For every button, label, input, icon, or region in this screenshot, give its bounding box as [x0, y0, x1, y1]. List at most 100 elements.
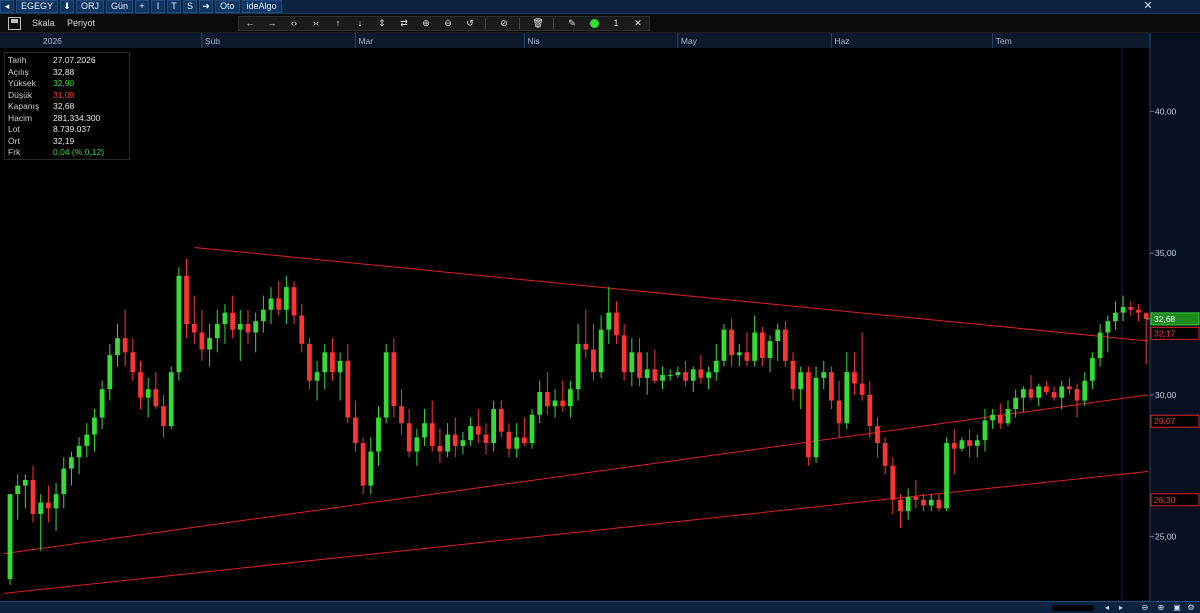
info-row: Ort 32,19 [8, 136, 126, 148]
candle-body [237, 324, 243, 330]
candle-body [829, 372, 834, 401]
arrow-left-icon[interactable]: ← [239, 17, 261, 30]
forward-icon[interactable]: ➜ [199, 0, 214, 13]
candle-body [475, 426, 481, 435]
cancel-icon[interactable]: ⊘ [493, 17, 515, 30]
price-chart[interactable]: 2026 Şub Mar Nis May Haz Tem 40,00 35,00 30,00 25,… [0, 33, 1200, 601]
info-row: Açılış 32,88 [8, 67, 126, 79]
candle-body [1120, 306, 1126, 313]
month-label: 2026 [43, 36, 62, 46]
info-value: 31,08 [53, 89, 75, 100]
fit-icon[interactable]: ▣ [1172, 603, 1182, 613]
period-button[interactable]: Gün [106, 0, 134, 13]
candle-body [268, 298, 274, 310]
candle-body [951, 443, 957, 449]
month-label: Mar [358, 36, 373, 46]
candle-body [759, 332, 765, 359]
prev-symbol-icon[interactable]: ◂ [0, 0, 14, 13]
zoom-minus-icon[interactable]: ⊖ [1140, 603, 1150, 613]
toolbar-separator [485, 18, 489, 29]
month-label: May [681, 36, 698, 46]
candle-body [92, 417, 97, 435]
candle-body [214, 324, 220, 339]
candle-body [675, 372, 681, 376]
ohlc-info-panel: Tarih 27.07.2026 Açılış 32,88 Yüksek 32,90 Düş… [4, 52, 130, 160]
remove-drawing-icon[interactable]: ✕ [627, 17, 649, 30]
orj-button[interactable]: ORJ [76, 0, 105, 13]
zoom-in-icon[interactable]: ⊕ [415, 17, 437, 30]
period-menu[interactable]: Periyot [67, 18, 95, 28]
pen-icon[interactable]: ✎ [561, 17, 583, 30]
refresh-icon[interactable]: ↺ [459, 17, 481, 30]
expand-vertical-icon[interactable]: ⇕ [371, 17, 393, 30]
candle-body [337, 360, 343, 373]
trash-icon[interactable]: 🗑 [527, 17, 549, 30]
horizontal-scroll-thumb[interactable] [1052, 605, 1094, 611]
info-row: Frk 0,04 (% 0,12) [8, 147, 126, 159]
arrow-down-icon[interactable]: ↓ [349, 17, 371, 30]
oto-button[interactable]: Oto [215, 0, 240, 13]
status-bar: ◂ ▸ ⊖ ⊕ ▣ ⚙ [0, 601, 1200, 613]
candle-body [291, 287, 297, 316]
month-label: Tem [996, 36, 1012, 46]
candle-body [184, 275, 189, 324]
candle-body [69, 457, 74, 469]
idealgo-button[interactable]: ideAlgo [241, 0, 282, 13]
scroll-right-icon[interactable]: ▸ [1116, 603, 1126, 613]
indicator-button[interactable]: I [151, 0, 166, 13]
candle-body [898, 499, 903, 512]
price-tag-label: 32,68 [1154, 314, 1176, 324]
candle-body [53, 494, 59, 509]
candle-body [690, 369, 696, 381]
info-row: Lot 8.739.037 [8, 124, 126, 136]
info-label: Lot [8, 124, 20, 134]
symbol-selector[interactable]: EGEGY [16, 0, 59, 13]
swap-icon[interactable]: ⇄ [393, 17, 415, 30]
candle-body [852, 372, 857, 384]
scroll-left-icon[interactable]: ◂ [1102, 603, 1112, 613]
green-dot-icon [589, 19, 599, 28]
month-label: Haz [834, 36, 849, 46]
y-tick-label: 40,00 [1155, 106, 1177, 116]
compress-horizontal-icon[interactable]: ›‹ [305, 17, 327, 30]
candle-body [683, 372, 688, 381]
candle-body [138, 372, 143, 398]
candle-body [928, 499, 934, 506]
zoom-plus-icon[interactable]: ⊕ [1156, 603, 1166, 613]
candle-body [1051, 392, 1057, 398]
candle-body [982, 420, 988, 441]
candle-body [997, 414, 1003, 424]
candle-body [276, 298, 282, 310]
arrow-up-icon[interactable]: ↑ [327, 17, 349, 30]
zoom-out-icon[interactable]: ⊖ [437, 17, 459, 30]
candle-body [1036, 386, 1042, 398]
download-icon[interactable]: ⬇ [60, 0, 75, 13]
candle-body [660, 375, 665, 381]
scale-menu[interactable]: Skala [32, 18, 55, 28]
settings-icon[interactable]: ⚙ [1186, 603, 1196, 613]
save-icon[interactable] [8, 17, 21, 30]
candle-body [552, 400, 558, 407]
info-label: Hacim [8, 112, 33, 123]
info-row: Hacim 281.334.300 [8, 113, 126, 125]
system-button[interactable]: S [183, 0, 198, 13]
candle-body [736, 352, 742, 356]
y-tick-label: 25,00 [1155, 532, 1177, 542]
candle-body [99, 389, 105, 418]
candle-body [345, 360, 351, 418]
candle-body [905, 496, 911, 512]
candle-body [107, 355, 113, 390]
candle-body [1059, 386, 1065, 398]
line-width-value[interactable]: 1 [605, 17, 627, 30]
candle-body [46, 502, 51, 509]
template-button[interactable]: T [167, 0, 182, 13]
candle-body [1043, 386, 1049, 393]
candle-body [752, 332, 758, 361]
expand-horizontal-icon[interactable]: ‹› [283, 17, 305, 30]
close-icon[interactable]: ✕ [1140, 0, 1156, 13]
candle-body [644, 369, 650, 378]
color-dot-icon[interactable] [583, 17, 605, 30]
candle-body [399, 406, 404, 424]
arrow-right-icon[interactable]: → [261, 17, 283, 30]
add-icon[interactable]: + [135, 0, 150, 13]
